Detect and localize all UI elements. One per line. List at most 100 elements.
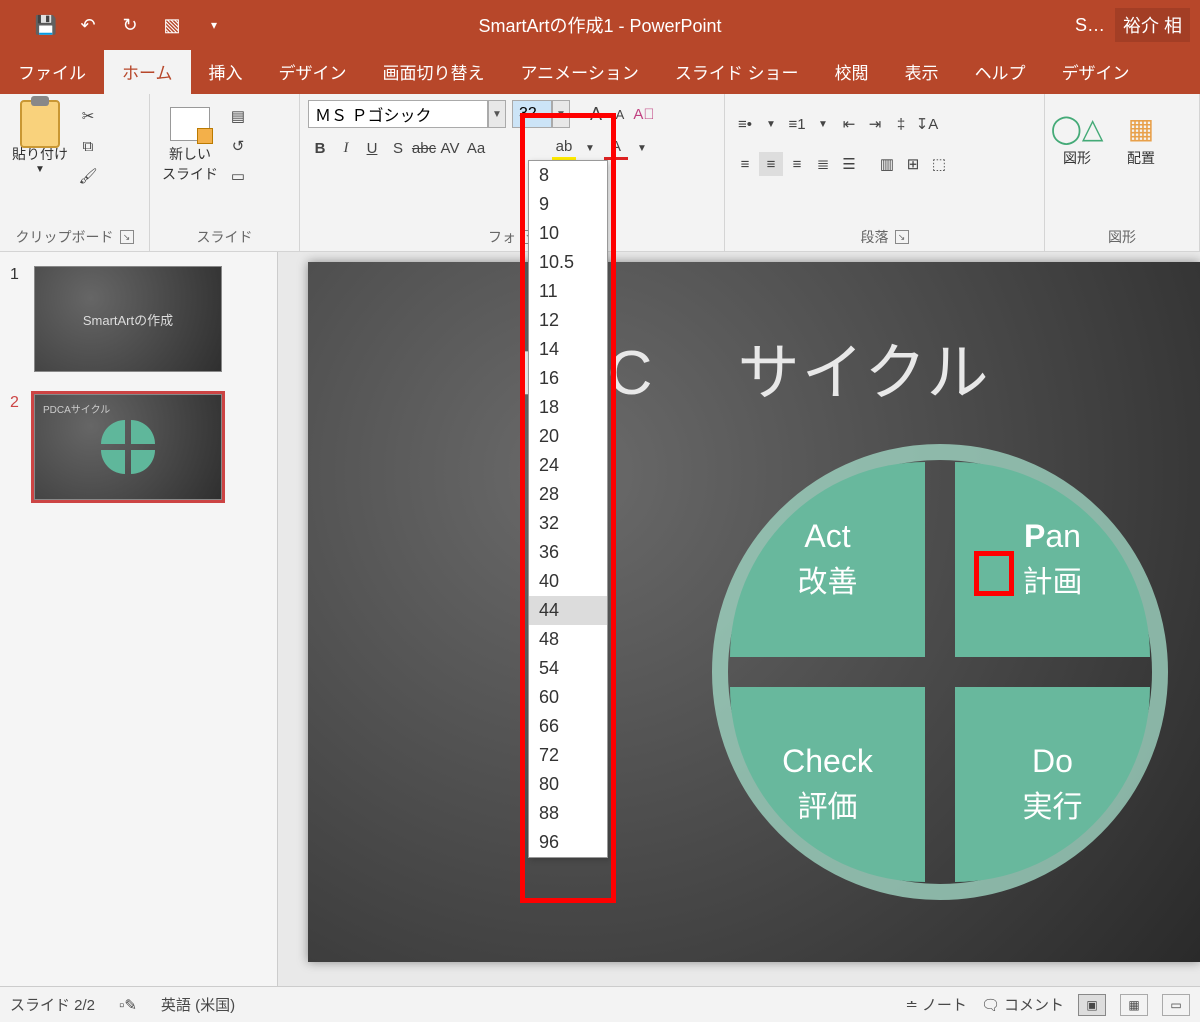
user-name[interactable]: 裕介 相 [1115,8,1190,42]
tab-view[interactable]: 表示 [887,50,957,94]
font-size-option-66[interactable]: 66 [529,712,607,741]
font-size-option-10.5[interactable]: 10.5 [529,248,607,277]
line-spacing-icon[interactable]: ‡ [889,112,913,136]
new-slide-button[interactable]: 新しい スライド [158,100,222,188]
decrease-font-icon[interactable]: A [608,102,632,126]
arrange-button[interactable]: ▦ 配置 [1117,104,1165,172]
bullets-icon[interactable]: ≡• [733,112,757,136]
italic-button[interactable]: I [334,136,358,160]
font-size-option-48[interactable]: 48 [529,625,607,654]
font-size-option-18[interactable]: 18 [529,393,607,422]
font-size-option-72[interactable]: 72 [529,741,607,770]
bullets-dropdown-icon[interactable]: ▼ [759,112,783,136]
strike-button[interactable]: abc [412,136,436,160]
font-size-option-60[interactable]: 60 [529,683,607,712]
font-size-combo[interactable]: 32 [512,100,552,128]
highlight-color-icon[interactable]: ab [552,136,576,160]
pdca-cycle-diagram[interactable]: Act 改善 Pan 計画 Check 評価 Do 実行 [730,462,1150,882]
align-center-icon[interactable]: ≡ [759,152,783,176]
copy-icon[interactable]: ⧉ [76,134,100,158]
normal-view-icon[interactable]: ▣ [1078,994,1106,1016]
share-indicator[interactable]: S… [1075,15,1105,36]
font-name-combo[interactable]: ＭＳ Ｐゴシック [308,100,488,128]
tab-transitions[interactable]: 画面切り替え [365,50,503,94]
notes-button[interactable]: ≐ ノート [905,994,967,1015]
font-size-option-96[interactable]: 96 [529,828,607,857]
tab-design[interactable]: デザイン [261,50,365,94]
font-size-option-44[interactable]: 44 [529,596,607,625]
font-size-option-88[interactable]: 88 [529,799,607,828]
redo-icon[interactable]: ↻ [114,9,146,41]
change-case-icon[interactable]: Aa [464,136,488,160]
quadrant-plan[interactable]: Pan 計画 [955,462,1150,657]
font-size-option-24[interactable]: 24 [529,451,607,480]
increase-indent-icon[interactable]: ⇥ [863,112,887,136]
font-size-dropdown[interactable]: 891010.511121416182024283236404448546066… [528,160,608,858]
spellcheck-icon[interactable]: ▫✎ [119,996,137,1014]
font-size-option-8[interactable]: 8 [529,161,607,190]
undo-icon[interactable]: ↶ [72,9,104,41]
font-size-option-40[interactable]: 40 [529,567,607,596]
tab-animations[interactable]: アニメーション [503,50,657,94]
slide-thumbnail-2[interactable]: PDCAサイクル [34,394,222,500]
reading-view-icon[interactable]: ▭ [1162,994,1190,1016]
qat-customize-icon[interactable]: ▾ [198,9,230,41]
section-icon[interactable]: ▭ [226,164,250,188]
distribute-icon[interactable]: ☰ [837,152,861,176]
clear-format-icon[interactable]: A⃠ [632,102,656,126]
underline-button[interactable]: U [360,136,384,160]
slide[interactable]: PDC サイクル Act 改善 Pan 計画 Check 評価 Do 実行 [308,262,1200,962]
quadrant-check[interactable]: Check 評価 [730,687,925,882]
font-size-option-16[interactable]: 16 [529,364,607,393]
char-spacing-icon[interactable]: AV [438,136,462,160]
font-size-option-10[interactable]: 10 [529,219,607,248]
font-size-option-14[interactable]: 14 [529,335,607,364]
justify-icon[interactable]: ≣ [811,152,835,176]
highlight-dropdown-icon[interactable]: ▼ [578,136,602,160]
paragraph-dialog-launcher[interactable]: ↘ [895,230,909,244]
font-size-option-36[interactable]: 36 [529,538,607,567]
tab-file[interactable]: ファイル [0,50,104,94]
numbering-dropdown-icon[interactable]: ▼ [811,112,835,136]
align-text-icon[interactable]: ⊞ [901,152,925,176]
decrease-indent-icon[interactable]: ⇤ [837,112,861,136]
status-language[interactable]: 英語 (米国) [161,994,235,1015]
format-painter-icon[interactable]: 🖌 [76,164,100,188]
quadrant-act[interactable]: Act 改善 [730,462,925,657]
font-size-option-11[interactable]: 11 [529,277,607,306]
slideshow-start-icon[interactable]: ▧ [156,9,188,41]
tab-insert[interactable]: 挿入 [191,50,261,94]
font-size-option-28[interactable]: 28 [529,480,607,509]
align-left-icon[interactable]: ≡ [733,152,757,176]
slide-thumbnail-1[interactable]: SmartArtの作成 [34,266,222,372]
quadrant-do[interactable]: Do 実行 [955,687,1150,882]
smartart-convert-icon[interactable]: ⬚ [927,152,951,176]
layout-icon[interactable]: ▤ [226,104,250,128]
slide-title[interactable]: PDC サイクル [308,322,1200,412]
increase-font-icon[interactable]: A [584,102,608,126]
font-size-option-32[interactable]: 32 [529,509,607,538]
clipboard-dialog-launcher[interactable]: ↘ [120,230,134,244]
shapes-button[interactable]: ◯△ 図形 [1053,104,1101,172]
tab-home[interactable]: ホーム [104,50,191,94]
font-size-option-12[interactable]: 12 [529,306,607,335]
font-color-dropdown-icon[interactable]: ▼ [630,136,654,160]
comments-button[interactable]: 🗨 コメント [981,994,1064,1015]
paste-button[interactable]: 貼り付け ▼ [8,100,72,179]
cut-icon[interactable]: ✂ [76,104,100,128]
tab-review[interactable]: 校閲 [817,50,887,94]
align-right-icon[interactable]: ≡ [785,152,809,176]
shadow-button[interactable]: S [386,136,410,160]
tab-design-tools[interactable]: デザイン [1044,50,1148,94]
font-color-icon[interactable]: A [604,136,628,160]
tab-slideshow[interactable]: スライド ショー [657,50,817,94]
text-direction-icon[interactable]: ↧A [915,112,939,136]
tab-help[interactable]: ヘルプ [957,50,1044,94]
reset-icon[interactable]: ↺ [226,134,250,158]
columns-icon[interactable]: ▥ [875,152,899,176]
font-name-dropdown-icon[interactable]: ▼ [488,100,506,128]
slide-canvas-area[interactable]: PDC サイクル Act 改善 Pan 計画 Check 評価 Do 実行 [278,252,1200,986]
font-size-option-80[interactable]: 80 [529,770,607,799]
bold-button[interactable]: B [308,136,332,160]
numbering-icon[interactable]: ≡1 [785,112,809,136]
